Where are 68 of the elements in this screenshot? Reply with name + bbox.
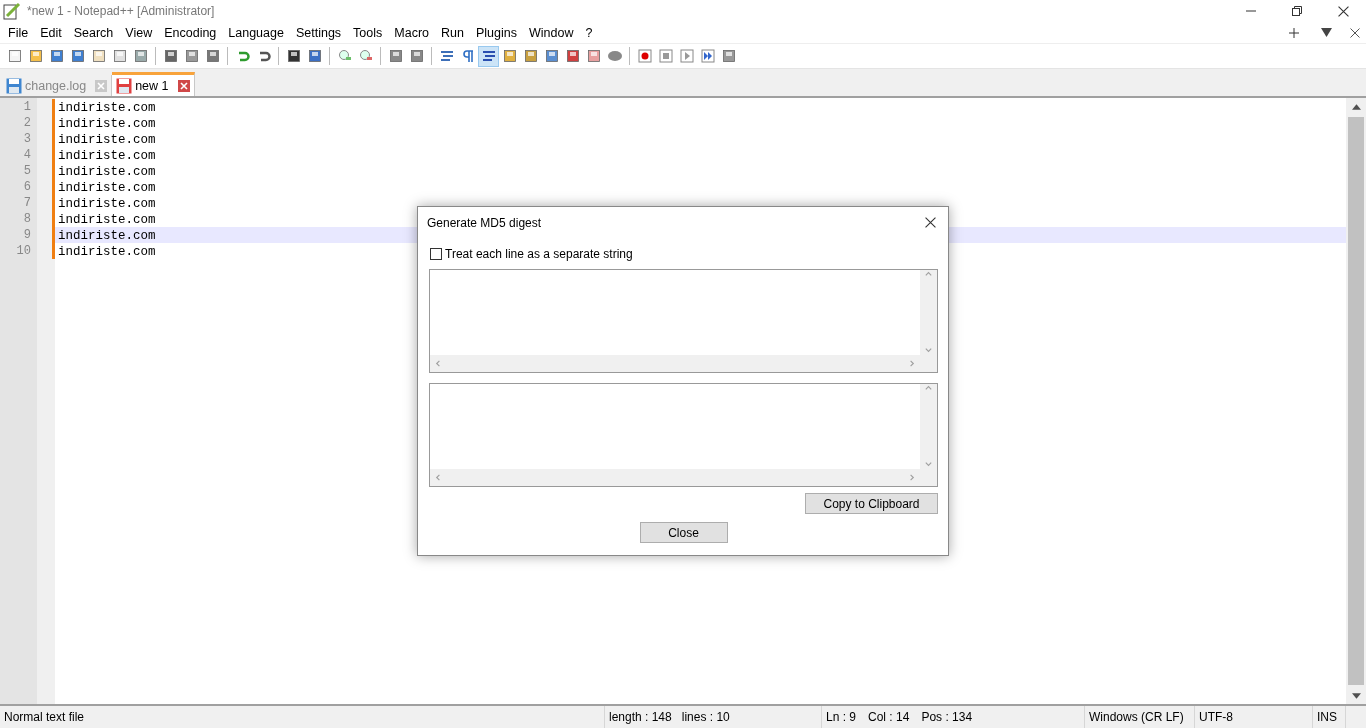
restore-icon (1292, 6, 1302, 16)
menu-item[interactable]: Tools (347, 25, 389, 40)
lines-info: lines : 10 (681, 710, 730, 724)
menu-item[interactable]: ? (579, 25, 599, 40)
menu-item[interactable]: Search (67, 25, 120, 40)
line-info: Ln : 9 (826, 710, 857, 724)
code-line: indiriste.com (58, 181, 156, 195)
copy-button[interactable]: Copy to Clipboard (805, 493, 938, 514)
menu-item[interactable]: Run (435, 25, 470, 40)
length-info: length : 148 (609, 710, 672, 724)
checkbox-label: Treat each line as a separate string (445, 247, 633, 261)
code-line: indiriste.com (58, 133, 156, 147)
code-line: indiriste.com (58, 149, 156, 163)
line-number: 7 (22, 195, 32, 211)
code-line: indiriste.com (58, 197, 156, 211)
record-icon (636, 48, 653, 64)
toolbar-button[interactable] (478, 45, 499, 67)
menu-item[interactable]: Settings (289, 25, 348, 40)
line-number: 9 (22, 227, 32, 243)
code-line: indiriste.com (58, 213, 156, 227)
checkbox[interactable] (430, 248, 442, 260)
close-dialog-button[interactable]: Close (639, 522, 728, 543)
insert-mode: INS (1317, 710, 1337, 724)
plus-icon[interactable] (1289, 27, 1299, 38)
indent-guide-icon (480, 48, 497, 64)
tab[interactable]: new 1 (112, 72, 195, 96)
menu-item[interactable]: View (119, 25, 159, 40)
scroll-thumb[interactable] (1348, 117, 1364, 685)
line-number: 2 (22, 115, 32, 131)
menu-item[interactable]: Window (522, 25, 580, 40)
line-number: 10 (15, 243, 32, 259)
menu-item[interactable]: Encoding (158, 25, 223, 40)
new-file-icon (6, 48, 23, 64)
play-multiple-icon (699, 48, 716, 64)
line-number: 4 (22, 147, 32, 163)
stop-icon (657, 48, 674, 64)
vertical-scrollbar[interactable] (1346, 98, 1366, 704)
play-icon (678, 48, 695, 64)
tab-close-icon[interactable] (177, 79, 190, 92)
scroll-arrow-icon[interactable] (1351, 103, 1361, 110)
code-line: indiriste.com (58, 245, 156, 259)
menu-item[interactable]: Edit (34, 25, 68, 40)
code-line: indiriste.com (58, 165, 156, 179)
window-title: *new 1 - Notepad++ [Administrator] (27, 4, 215, 18)
line-number: 8 (22, 211, 32, 227)
dialog-title: Generate MD5 digest (427, 215, 542, 230)
menu-item[interactable]: Macro (388, 25, 436, 40)
word-wrap-icon (438, 48, 455, 64)
code-line: indiriste.com (58, 117, 156, 131)
code-line: indiriste.com (58, 229, 156, 243)
close-icon (1337, 5, 1349, 17)
menu-item[interactable]: Language (222, 25, 290, 40)
line-ending: Windows (CR LF) (1089, 710, 1184, 724)
column-info: Col : 14 (868, 710, 910, 724)
close-icon (1350, 27, 1360, 38)
line-number: 6 (22, 179, 32, 195)
encoding: UTF-8 (1199, 710, 1233, 724)
line-number: 5 (22, 163, 32, 179)
position-info: Pos : 134 (921, 710, 973, 724)
dropdown-triangle-icon[interactable] (1321, 28, 1332, 37)
line-number: 1 (22, 99, 32, 115)
file-type: Normal text file (4, 710, 85, 724)
line-number: 3 (22, 131, 32, 147)
scroll-arrow-icon[interactable] (1351, 692, 1361, 699)
dialog-close-button[interactable] (923, 215, 938, 230)
menu-item[interactable]: Plugins (469, 25, 523, 40)
menu-item[interactable]: File (2, 25, 35, 40)
code-line: indiriste.com (58, 101, 156, 115)
